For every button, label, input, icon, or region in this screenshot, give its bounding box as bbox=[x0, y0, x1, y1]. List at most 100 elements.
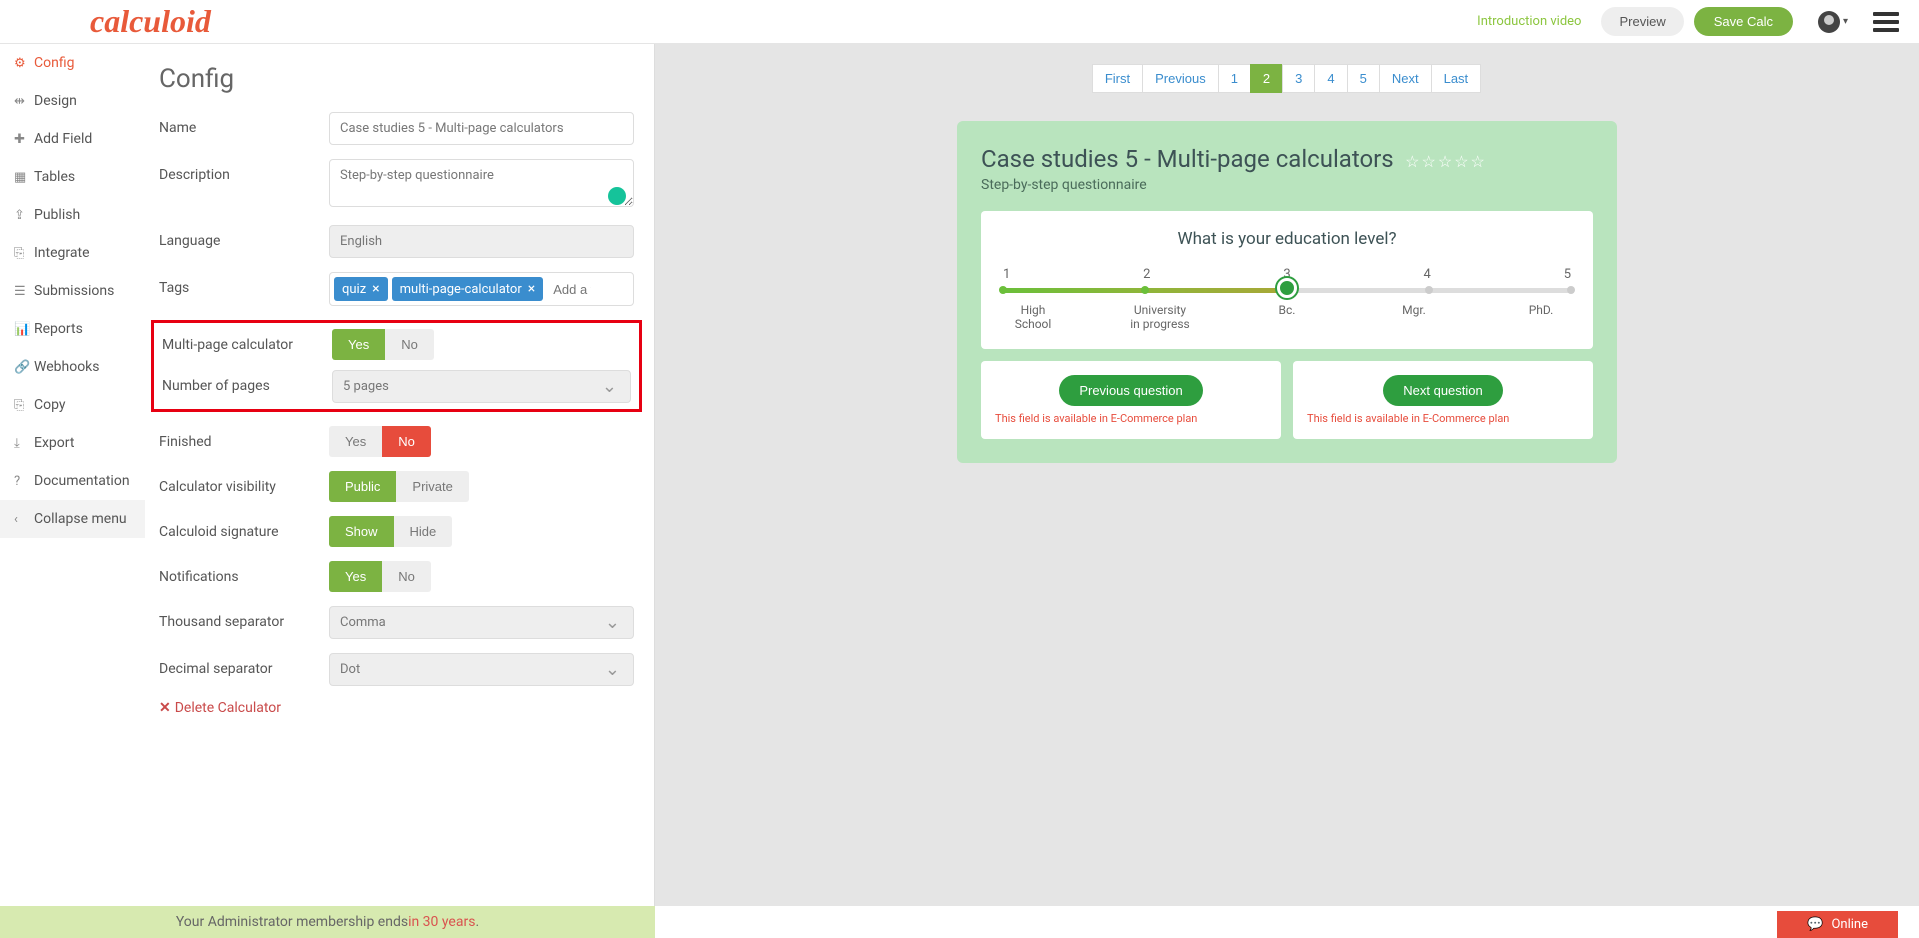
footer-highlight: in 30 years bbox=[408, 914, 475, 930]
sidebar-item-collapse[interactable]: ‹Collapse menu bbox=[0, 500, 145, 538]
slider-tick-label: 5 bbox=[1564, 267, 1571, 282]
page-1[interactable]: 1 bbox=[1218, 64, 1251, 93]
config-panel: Config Name Description Language Tags qu… bbox=[145, 44, 655, 906]
visibility-public-button[interactable]: Public bbox=[329, 471, 396, 502]
name-input[interactable] bbox=[329, 112, 634, 145]
intro-video-link[interactable]: Introduction video bbox=[1477, 14, 1581, 29]
sidebar-item-copy[interactable]: ⎘Copy bbox=[0, 386, 145, 424]
logo[interactable]: calculoid bbox=[90, 3, 211, 40]
copy-icon: ⎘ bbox=[14, 398, 34, 413]
chart-icon: 📊 bbox=[14, 322, 34, 337]
next-question-card: Next question This field is available in… bbox=[1293, 361, 1593, 439]
user-menu[interactable]: ▾ bbox=[1818, 11, 1848, 33]
header-bar: calculoid Introduction video Preview Sav… bbox=[0, 0, 1919, 44]
sidebar-item-label: Publish bbox=[34, 207, 80, 223]
page-last[interactable]: Last bbox=[1431, 64, 1482, 93]
hamburger-menu-icon[interactable] bbox=[1873, 8, 1899, 36]
sidebar-item-publish[interactable]: ⇪Publish bbox=[0, 196, 145, 234]
thousand-select[interactable]: Comma bbox=[329, 606, 634, 639]
tag-remove-icon[interactable]: × bbox=[528, 281, 535, 297]
rating-stars[interactable]: ☆☆☆☆☆ bbox=[1405, 152, 1485, 171]
label-thousand: Thousand separator bbox=[159, 606, 329, 630]
chevron-left-icon: ‹ bbox=[14, 512, 34, 527]
notifications-no-button[interactable]: No bbox=[382, 561, 431, 592]
star-icon: ☆ bbox=[1454, 152, 1468, 171]
sidebar-item-design[interactable]: ⇹Design bbox=[0, 82, 145, 120]
highlighted-config-section: Multi-page calculator Yes No Number of p… bbox=[151, 320, 642, 412]
calculator-preview-card: Case studies 5 - Multi-page calculators … bbox=[957, 121, 1617, 463]
save-calc-button[interactable]: Save Calc bbox=[1694, 7, 1793, 36]
multipage-yes-button[interactable]: Yes bbox=[332, 329, 385, 360]
star-icon: ☆ bbox=[1438, 152, 1452, 171]
preview-panel: First Previous 1 2 3 4 5 Next Last Case … bbox=[655, 44, 1919, 906]
page-previous[interactable]: Previous bbox=[1142, 64, 1219, 93]
slider-tick-label: 2 bbox=[1143, 267, 1150, 282]
design-icon: ⇹ bbox=[14, 94, 34, 109]
footer-bar: Your Administrator membership ends in 30… bbox=[0, 906, 655, 938]
page-2[interactable]: 2 bbox=[1250, 64, 1283, 93]
sidebar-item-export[interactable]: ⤓Export bbox=[0, 424, 145, 462]
sidebar-item-documentation[interactable]: ?Documentation bbox=[0, 462, 145, 500]
label-numpages: Number of pages bbox=[162, 370, 332, 394]
sidebar-item-webhooks[interactable]: 🔗Webhooks bbox=[0, 348, 145, 386]
finished-no-button[interactable]: No bbox=[382, 426, 431, 457]
online-chat-button[interactable]: 💬 Online bbox=[1776, 910, 1899, 938]
sidebar-item-submissions[interactable]: ☰Submissions bbox=[0, 272, 145, 310]
signature-show-button[interactable]: Show bbox=[329, 516, 394, 547]
decimal-select[interactable]: Dot bbox=[329, 653, 634, 686]
notifications-yes-button[interactable]: Yes bbox=[329, 561, 382, 592]
ecommerce-note: This field is available in E-Commerce pl… bbox=[1307, 412, 1579, 425]
tag-container[interactable]: quiz× multi-page-calculator× bbox=[329, 272, 634, 306]
chat-icon: 💬 bbox=[1807, 917, 1823, 932]
tag-quiz: quiz× bbox=[334, 277, 388, 301]
slider-tick-label: 1 bbox=[1003, 267, 1010, 282]
calc-title: Case studies 5 - Multi-page calculators bbox=[981, 145, 1394, 173]
sidebar-item-label: Reports bbox=[34, 321, 83, 337]
sidebar-item-label: Collapse menu bbox=[34, 511, 127, 527]
footer-text: Your Administrator membership ends bbox=[176, 914, 408, 930]
label-name: Name bbox=[159, 112, 329, 136]
multipage-no-button[interactable]: No bbox=[385, 329, 434, 360]
slider-value-label: Bc. bbox=[1257, 303, 1317, 331]
page-next[interactable]: Next bbox=[1379, 64, 1432, 93]
page-3[interactable]: 3 bbox=[1282, 64, 1315, 93]
footer-period: . bbox=[475, 914, 479, 930]
education-slider[interactable]: 1 2 3 4 5 High Sch bbox=[1001, 267, 1573, 331]
signature-hide-button[interactable]: Hide bbox=[394, 516, 453, 547]
numpages-select[interactable]: 5 pages bbox=[332, 370, 631, 403]
finished-yes-button[interactable]: Yes bbox=[329, 426, 382, 457]
previous-question-button[interactable]: Previous question bbox=[1059, 375, 1202, 406]
slider-dot bbox=[1425, 286, 1433, 294]
sidebar-item-tables[interactable]: ▦Tables bbox=[0, 158, 145, 196]
slider-thumb[interactable] bbox=[1277, 278, 1297, 298]
star-icon: ☆ bbox=[1405, 152, 1419, 171]
visibility-private-button[interactable]: Private bbox=[396, 471, 468, 502]
sidebar-item-label: Webhooks bbox=[34, 359, 100, 375]
next-question-button[interactable]: Next question bbox=[1383, 375, 1503, 406]
slider-dot bbox=[999, 286, 1007, 294]
publish-icon: ⇪ bbox=[14, 208, 34, 223]
language-input[interactable] bbox=[329, 225, 634, 258]
page-4[interactable]: 4 bbox=[1314, 64, 1347, 93]
tag-remove-icon[interactable]: × bbox=[372, 281, 379, 297]
label-description: Description bbox=[159, 159, 329, 183]
sidebar-item-add-field[interactable]: ✚Add Field bbox=[0, 120, 145, 158]
slider-dot bbox=[1141, 286, 1149, 294]
integrate-icon: ⎘ bbox=[14, 246, 34, 261]
description-input[interactable] bbox=[329, 159, 634, 207]
caret-down-icon: ▾ bbox=[1843, 16, 1848, 27]
page-first[interactable]: First bbox=[1092, 64, 1143, 93]
sidebar-item-config[interactable]: ⚙Config bbox=[0, 44, 145, 82]
sidebar-item-reports[interactable]: 📊Reports bbox=[0, 310, 145, 348]
page-5[interactable]: 5 bbox=[1347, 64, 1380, 93]
sidebar-item-label: Add Field bbox=[34, 131, 92, 147]
tag-multipage: multi-page-calculator× bbox=[392, 277, 544, 301]
preview-button[interactable]: Preview bbox=[1601, 7, 1683, 36]
calc-description: Step-by-step questionnaire bbox=[981, 177, 1593, 193]
delete-calculator-link[interactable]: ✕Delete Calculator bbox=[159, 700, 281, 716]
prev-question-card: Previous question This field is availabl… bbox=[981, 361, 1281, 439]
sidebar-item-label: Config bbox=[34, 55, 74, 71]
slider-value-label: PhD. bbox=[1511, 303, 1571, 331]
tag-add-input[interactable] bbox=[547, 278, 597, 301]
sidebar-item-integrate[interactable]: ⎘Integrate bbox=[0, 234, 145, 272]
